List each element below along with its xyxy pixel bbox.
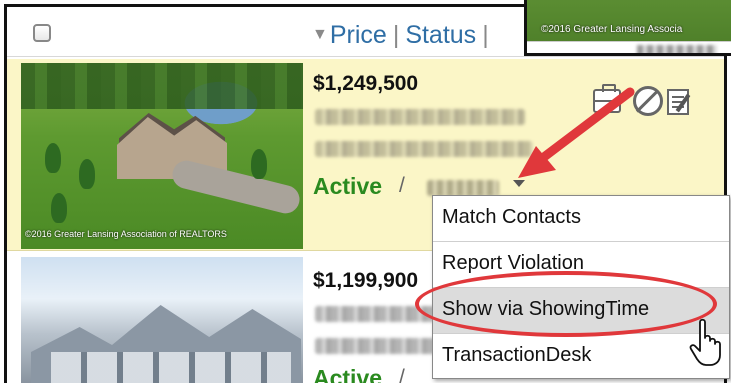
redacted-city-line [315, 338, 435, 354]
briefcase-icon[interactable] [593, 84, 621, 113]
redacted-status-detail [427, 180, 499, 196]
status-separator: / [399, 174, 405, 197]
photo-credit: ©2016 Greater Lansing Associa [541, 24, 683, 35]
photo-tree [79, 159, 95, 189]
status-separator: / [399, 366, 405, 383]
sort-price-link[interactable]: Price [330, 21, 387, 49]
prohibit-icon[interactable] [633, 86, 663, 116]
photo-tree [51, 193, 67, 223]
listing-status: Active [313, 173, 383, 199]
status-menu-chevron-down-icon[interactable] [513, 180, 525, 187]
listing-price[interactable]: $1,249,500 [313, 72, 418, 96]
redacted-text [637, 45, 717, 53]
sort-caret-icon: ▼ [312, 26, 328, 43]
listing-photo[interactable]: ©2016 Greater Lansing Association of REA… [21, 63, 303, 249]
annotation-highlight-ellipse [415, 271, 717, 337]
sort-separator: | [482, 21, 489, 49]
listing-photo[interactable] [21, 257, 303, 383]
redacted-address-line [315, 109, 525, 125]
select-all-checkbox[interactable] [33, 24, 51, 42]
redacted-city-line [315, 141, 533, 157]
sort-status-link[interactable]: Status [405, 21, 476, 49]
photo-tree [45, 143, 61, 173]
listing-price[interactable]: $1,199,900 [313, 269, 418, 293]
menu-item-transactiondesk[interactable]: TransactionDesk [433, 334, 729, 380]
sort-controls: ▼Price | Status | [312, 21, 495, 50]
photo-credit: ©2016 Greater Lansing Association of REA… [25, 229, 227, 239]
photo-driveway [169, 157, 303, 217]
neighbor-listing-inset: ©2016 Greater Lansing Associa [524, 0, 731, 56]
sort-separator: | [392, 21, 400, 49]
menu-item-match-contacts[interactable]: Match Contacts [433, 196, 729, 242]
photo-treeline [21, 63, 303, 109]
photo-house-siding [51, 352, 291, 383]
listing-status: Active [313, 365, 383, 383]
photo-tree [251, 149, 267, 179]
pointer-cursor-icon [689, 318, 721, 366]
notes-icon[interactable] [667, 89, 689, 115]
